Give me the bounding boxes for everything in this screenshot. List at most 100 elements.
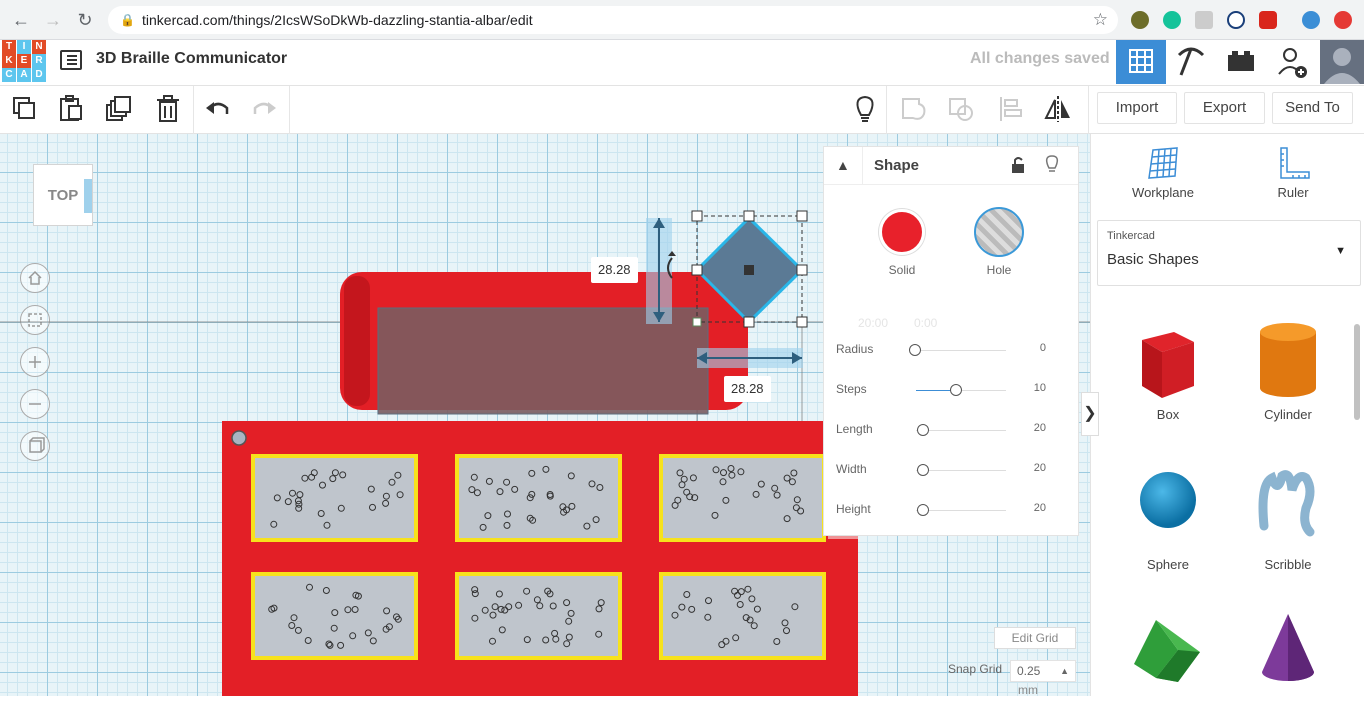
shape-library-select[interactable]: Tinkercad Basic Shapes ▼ [1097,220,1361,286]
separator [1088,86,1089,134]
braille-label-plate [459,458,618,538]
slider-knob[interactable] [917,424,929,436]
workplane-tool[interactable]: Workplane [1113,144,1213,200]
param-value[interactable]: 10 [1034,382,1046,394]
dimension-label-length[interactable]: 28.28 [724,376,771,402]
tray-hole [231,430,247,446]
logo-letter: I [17,40,31,54]
library-caption: Tinkercad [1107,230,1155,242]
panel-scrollbar[interactable] [1354,324,1360,420]
param-label: Width [836,462,867,476]
invite-user-button[interactable] [1268,40,1318,84]
param-label: Height [836,502,871,516]
align-button[interactable] [996,94,1026,124]
dimension-label-width[interactable]: 28.28 [591,257,638,283]
back-icon[interactable]: ← [8,8,34,32]
user-avatar[interactable] [1320,40,1364,84]
edit-toolbar: Import Export Send To [0,86,1364,134]
logo-letter: C [2,68,16,82]
resize-handle [691,210,703,222]
paste-icon [60,95,82,121]
address-bar[interactable]: 🔒 tinkercad.com/things/2IcsWSoDkWb-dazzl… [108,6,1118,34]
box-icon [1142,332,1194,398]
solid-button[interactable]: Solid [872,209,932,289]
extension-icon[interactable] [1334,11,1352,29]
ungroup-button[interactable] [946,94,976,124]
logo-letter: K [2,54,16,68]
slider-knob[interactable] [909,344,921,356]
snap-grid-label: Snap Grid [948,662,1003,676]
paste-button[interactable] [56,94,86,124]
slider-knob[interactable] [950,384,962,396]
ruler-tool[interactable]: Ruler [1243,144,1343,200]
mirror-button[interactable] [1043,94,1073,124]
bricks-button[interactable] [1216,40,1266,84]
shape-cylinder[interactable]: Cylinder [1238,320,1338,422]
lightbulb-icon[interactable] [1044,154,1060,179]
extension-icon[interactable] [1131,11,1149,29]
panel-toggle[interactable]: ❯ [1081,392,1099,436]
param-label: Length [836,422,873,436]
redo-icon [253,102,276,114]
param-value[interactable]: 20 [1034,502,1046,514]
param-width[interactable]: Width 20 [836,460,1068,480]
param-length[interactable]: Length 20 [836,420,1068,440]
tinkercad-logo[interactable]: T I N K E R C A D [2,40,46,82]
undo-button[interactable] [203,94,233,124]
slider-knob[interactable] [917,464,929,476]
duplicate-button[interactable] [104,94,134,124]
adblock-icon[interactable] [1259,11,1277,29]
shape-scribble[interactable]: Scribble [1238,464,1338,572]
design-menu-icon[interactable] [60,50,82,70]
export-button[interactable]: Export [1184,92,1265,124]
shape-label: Box [1156,407,1180,422]
workplane-icon [1148,147,1178,179]
notes-button[interactable] [850,94,880,124]
slider-track [916,470,1006,471]
extension-icon[interactable] [1195,11,1213,29]
snap-grid-select[interactable]: 0.25 ▲ [1010,660,1076,682]
param-height[interactable]: Height 20 [836,500,1068,520]
shape-cone[interactable] [1248,610,1328,696]
app-header: T I N K E R C A D 3D Braille Communicato… [0,40,1364,86]
browser-chrome: ← → ↻ 🔒 tinkercad.com/things/2IcsWSoDkWb… [0,0,1364,40]
logo-letter: T [2,40,16,54]
param-value[interactable]: 20 [1034,422,1046,434]
minecraft-pickaxe-button[interactable] [1166,40,1216,84]
3d-view-button[interactable] [1116,40,1166,84]
param-value[interactable]: 0 [1040,342,1046,354]
ungroup-icon [949,98,973,121]
param-steps[interactable]: Steps 10 [836,380,1068,400]
cylinder-icon [1260,323,1316,397]
edit-grid-button[interactable]: Edit Grid [994,627,1076,649]
grammarly-icon[interactable] [1163,11,1181,29]
send-to-button[interactable]: Send To [1272,92,1353,124]
redo-button[interactable] [249,94,279,124]
bookmark-star-icon[interactable]: ☆ [1093,6,1108,34]
delete-button[interactable] [153,94,183,124]
collapse-icon[interactable]: ▲ [836,157,850,173]
slider-track [916,350,1006,351]
shape-roof[interactable] [1128,610,1208,696]
copy-button[interactable] [9,94,39,124]
param-value[interactable]: 20 [1034,462,1046,474]
inspector-title: Shape [874,157,920,174]
param-radius[interactable]: Radius 0 [836,340,1068,360]
slider-knob[interactable] [917,504,929,516]
group-icon [902,98,926,120]
play-extension-icon[interactable] [1227,11,1245,29]
group-button[interactable] [899,94,929,124]
trash-icon [157,95,179,122]
workplane-label: Workplane [1132,185,1194,200]
corner-handle [692,317,702,327]
import-button[interactable]: Import [1097,92,1177,124]
sphere-icon [1140,472,1196,528]
lock-icon[interactable] [1010,155,1026,180]
profile-extension-icon[interactable] [1302,11,1320,29]
reload-icon[interactable]: ↻ [72,8,98,32]
design-title[interactable]: 3D Braille Communicator [96,50,287,68]
forward-icon[interactable]: → [40,8,66,32]
shape-sphere[interactable]: Sphere [1118,464,1218,572]
hole-button[interactable]: Hole [969,207,1029,289]
shape-box[interactable]: Box [1118,320,1218,422]
